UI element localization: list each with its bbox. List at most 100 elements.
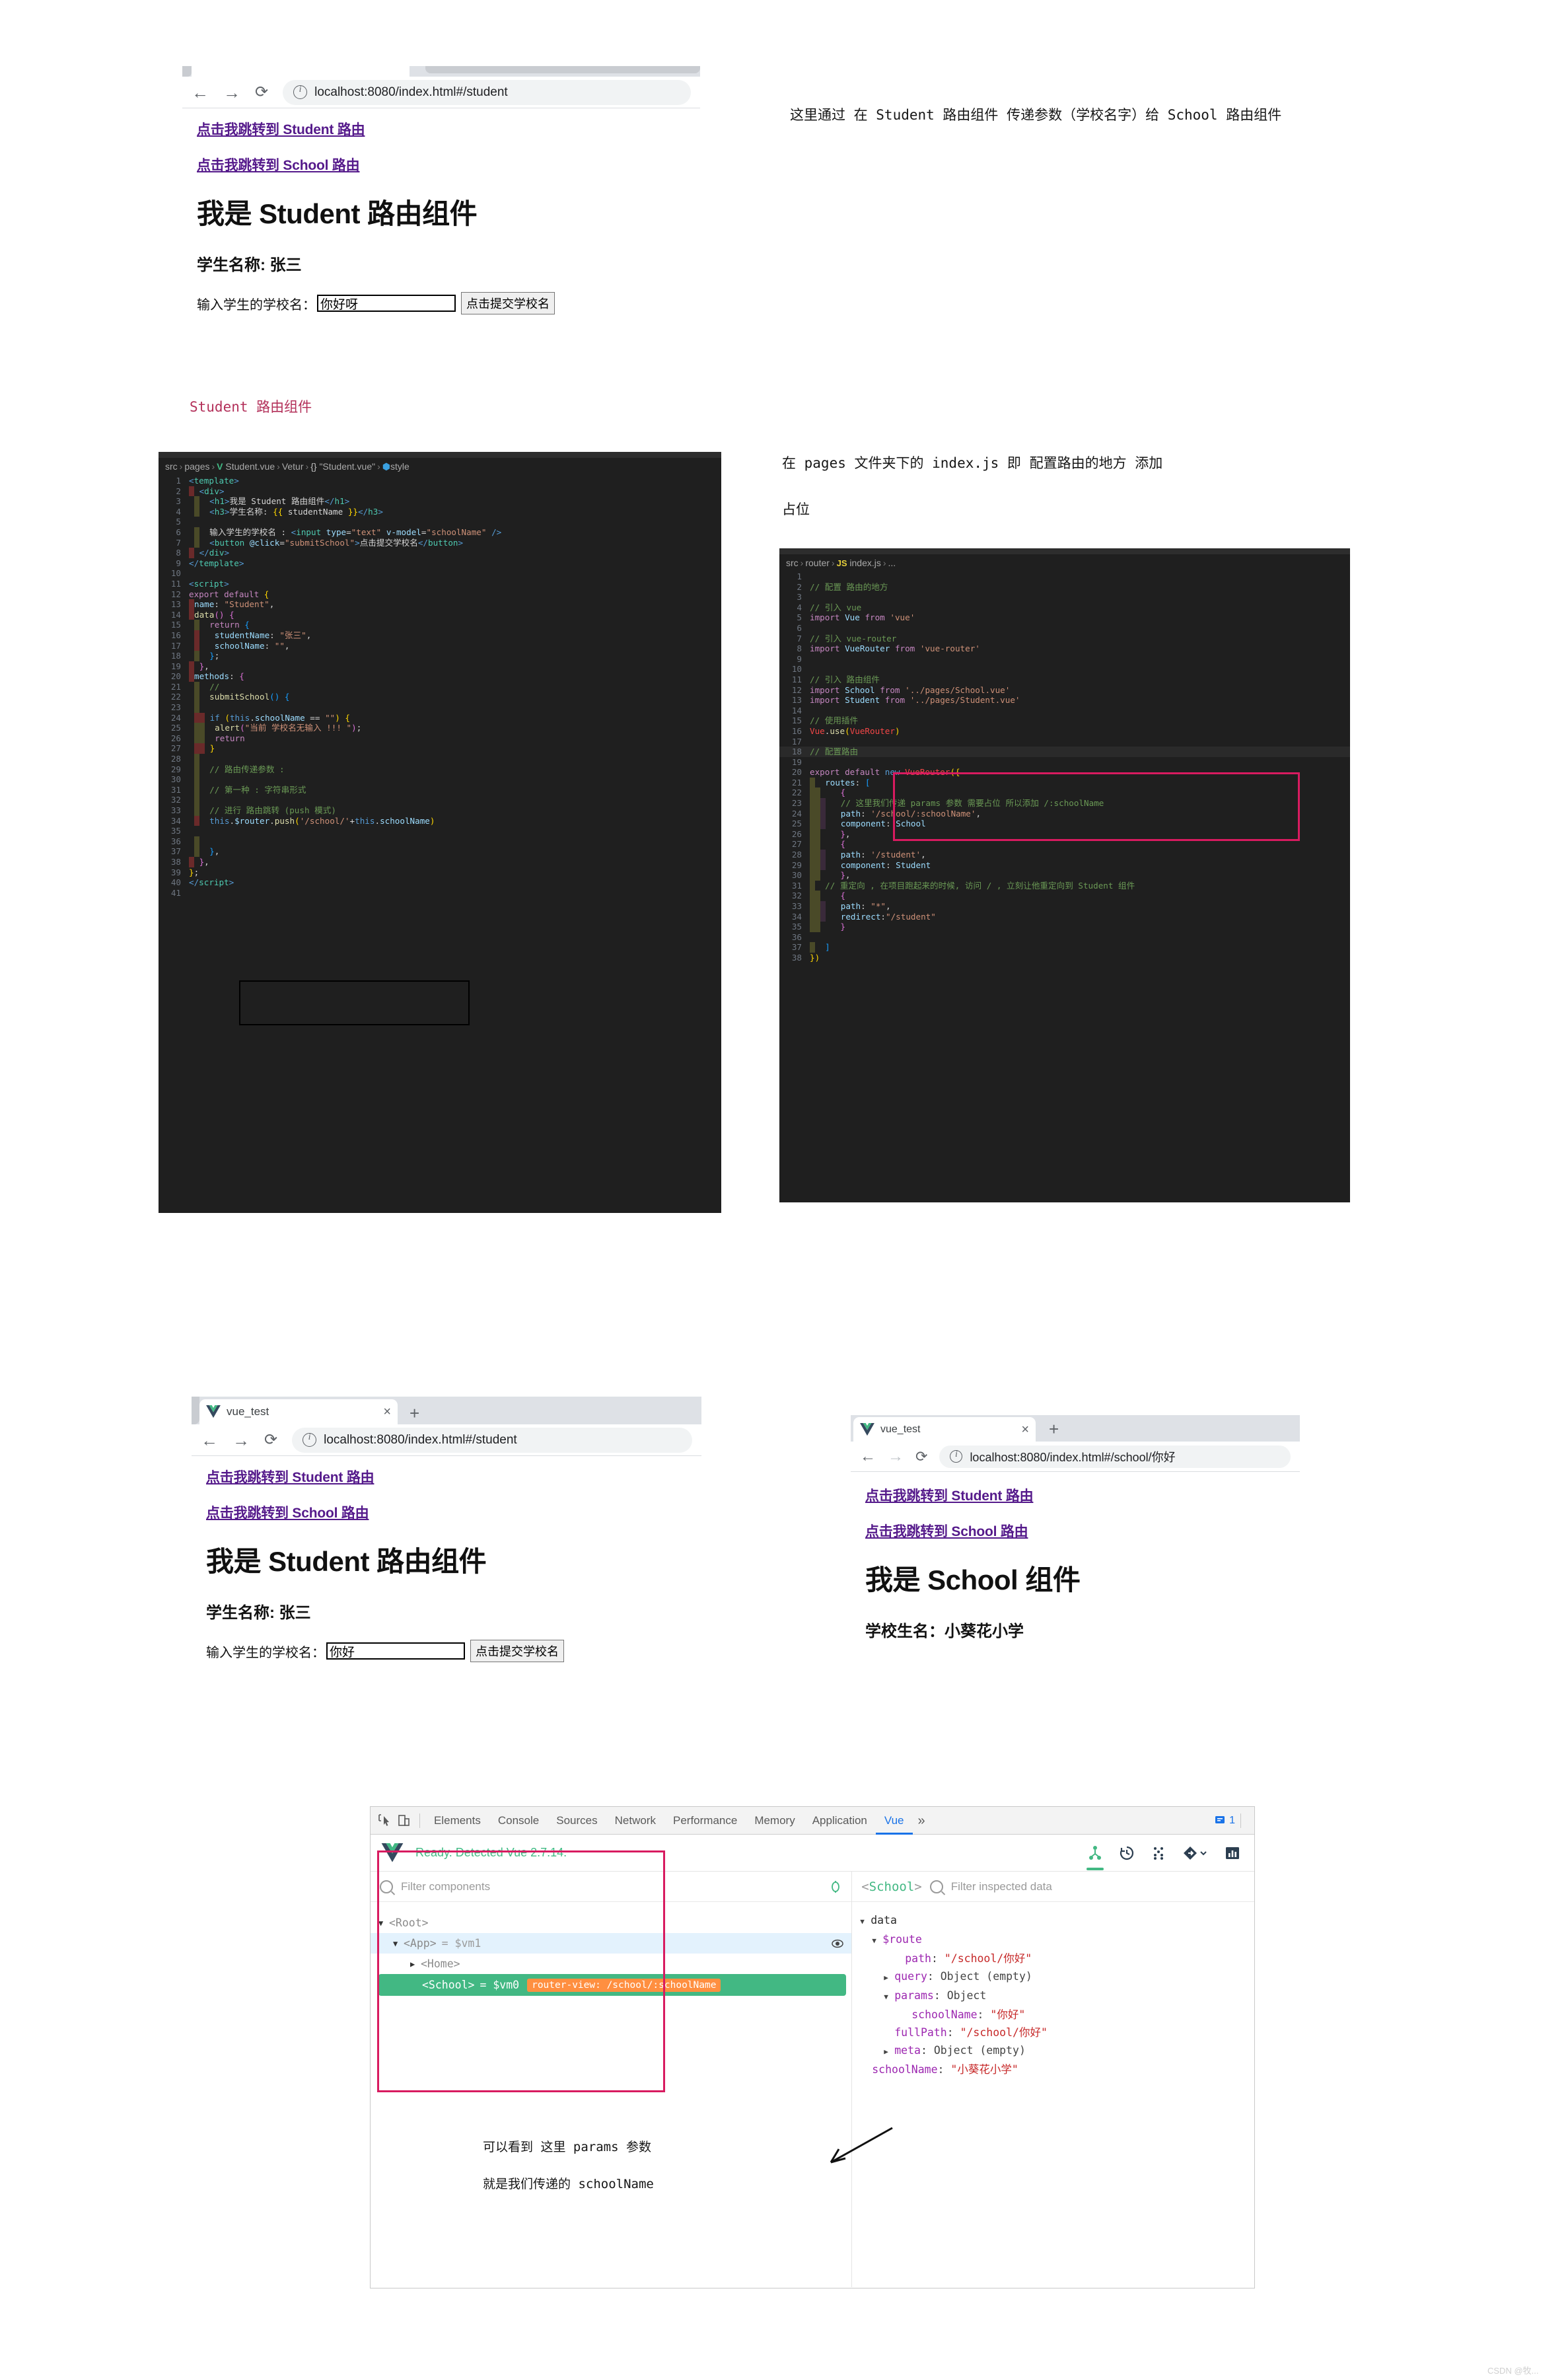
code-body-student[interactable]: 1 <template> 2 <div> 3 <h1>我是 Student 路由组… <box>159 476 721 902</box>
school-input-label-2: 输入学生的学校名： <box>206 1645 325 1660</box>
data-value-schoolname: "小葵花小学" <box>950 2063 1018 2076</box>
component-tree-icon[interactable] <box>1087 1845 1104 1870</box>
eye-icon[interactable] <box>832 1938 843 1950</box>
callout-push-route <box>239 980 470 1025</box>
vuex-dots-icon[interactable] <box>1150 1845 1167 1862</box>
vue-devtools-header: Ready. Detected Vue 2.7.14. <box>371 1835 1254 1872</box>
device-toolbar-icon[interactable] <box>396 1813 412 1829</box>
chevron-right-icon-query[interactable]: ▶ <box>884 1969 894 1987</box>
data-row-data[interactable]: ▼ data <box>860 1911 1254 1930</box>
timeline-history-icon[interactable] <box>1118 1845 1135 1862</box>
new-tab-icon-2[interactable]: + <box>410 1405 419 1422</box>
data-row-query[interactable]: ▶ query: Object (empty) <box>860 1967 1254 1987</box>
devtools-tab-console[interactable]: Console <box>489 1807 548 1835</box>
devtools-tab-application[interactable]: Application <box>804 1807 876 1835</box>
chevron-right-icon-meta[interactable]: ▶ <box>884 2043 894 2061</box>
bc-brace: {} <box>310 461 317 472</box>
chevron-down-icon[interactable]: ▼ <box>378 1919 389 1928</box>
filter-components-bar[interactable]: Filter components <box>371 1872 852 1902</box>
browser-tab-3[interactable]: vue_test × <box>853 1417 1036 1442</box>
search-icon <box>380 1880 393 1893</box>
address-bar-1[interactable]: localhost:8080/index.html#/student <box>283 79 691 105</box>
data-value-params: Object <box>946 1989 987 2002</box>
tab-close-icon-3[interactable]: × <box>1021 1423 1029 1436</box>
search-icon-inspected <box>929 1880 943 1893</box>
site-info-icon-3[interactable] <box>950 1449 963 1463</box>
bc-quoted: "Student.vue" <box>319 461 376 472</box>
link-to-school-route-2[interactable]: 点击我跳转到 School 路由 <box>206 1502 687 1522</box>
data-key-schoolname-param: schoolName <box>911 2008 978 2021</box>
data-value-schoolname-param: "你好" <box>990 2008 1026 2021</box>
chevron-down-icon-route[interactable]: ▼ <box>872 1932 882 1950</box>
reload-icon-3[interactable]: ⟳ <box>915 1449 927 1464</box>
chevron-down-icon-params[interactable]: ▼ <box>884 1988 894 2006</box>
reload-icon-2[interactable]: ⟳ <box>264 1432 277 1448</box>
bc-vetur: Vetur <box>281 461 304 472</box>
bc2-router: router <box>805 558 830 568</box>
site-info-icon[interactable] <box>293 85 308 99</box>
tabstrip-sliver <box>182 66 700 77</box>
code-body-router[interactable]: 1 2// 配置 路由的地方 3 4// 引入 vue 5 import Vue … <box>779 571 1350 967</box>
tree-node-school[interactable]: <School> = $vm0 router-view: /school/:sc… <box>378 1974 847 1996</box>
tabstrip-2: vue_test × + <box>192 1397 701 1424</box>
issues-badge[interactable]: 1 <box>1214 1815 1235 1827</box>
omnibox-bar-1: ← → ⟳ localhost:8080/index.html#/student <box>182 77 700 108</box>
tree-node-app[interactable]: ▼ <App> = $vm1 <box>371 1933 852 1954</box>
page-heading-3: 我是 School 组件 <box>865 1564 1081 1595</box>
reload-icon[interactable]: ⟳ <box>255 84 268 100</box>
inspected-data-pane: <School> Filter inspected data ▼ data ▼ $r… <box>377 1850 1254 2287</box>
vue-tool-icons <box>1087 1845 1244 1870</box>
link-to-school-route-3[interactable]: 点击我跳转到 School 路由 <box>865 1521 1285 1541</box>
toolbar-divider <box>419 1813 420 1828</box>
back-icon[interactable]: ← <box>192 84 209 101</box>
submit-school-button-2[interactable]: 点击提交学校名 <box>470 1640 564 1662</box>
school-name-input-2[interactable] <box>326 1642 465 1660</box>
chevron-down-icon-app[interactable]: ▼ <box>393 1939 404 1948</box>
address-bar-2[interactable]: localhost:8080/index.html#/student <box>292 1427 692 1453</box>
devtools-tab-network[interactable]: Network <box>606 1807 664 1835</box>
url-text-2: localhost:8080/index.html#/student <box>324 1432 517 1447</box>
tabstrip-3: vue_test × + <box>851 1415 1300 1442</box>
school-form-1: 输入学生的学校名： 点击提交学校名 <box>197 292 715 314</box>
new-tab-icon-3[interactable]: + <box>1049 1420 1059 1438</box>
submit-school-button-1[interactable]: 点击提交学校名 <box>461 292 555 314</box>
page-content-3: 点击我跳转到 Student 路由 点击我跳转到 School 路由 我是 Sc… <box>851 1472 1300 1665</box>
tab-close-icon-2[interactable]: × <box>383 1405 391 1418</box>
devtools-tab-sources[interactable]: Sources <box>548 1807 606 1835</box>
data-row-params[interactable]: ▼ params: Object <box>860 1987 1254 2006</box>
forward-icon-2[interactable]: → <box>232 1432 250 1449</box>
data-row-meta[interactable]: ▶ meta: Object (empty) <box>860 2041 1254 2061</box>
back-icon-2[interactable]: ← <box>201 1432 218 1449</box>
data-key-route: $route <box>882 1933 922 1946</box>
routing-icon[interactable] <box>1182 1845 1209 1862</box>
data-row-route[interactable]: ▼ $route <box>860 1930 1254 1950</box>
school-name-input-1[interactable] <box>317 295 456 312</box>
link-to-student-route-3[interactable]: 点击我跳转到 Student 路由 <box>865 1485 1285 1505</box>
select-component-target-icon[interactable] <box>829 1880 842 1893</box>
link-to-school-route-1[interactable]: 点击我跳转到 School 路由 <box>197 155 715 174</box>
site-info-icon-2[interactable] <box>303 1432 317 1447</box>
forward-icon[interactable]: → <box>223 84 240 101</box>
devtools-tab-performance[interactable]: Performance <box>664 1807 746 1835</box>
tree-node-root-label: <Root> <box>389 1917 429 1929</box>
csdn-watermark: CSDN @牧... <box>1487 2366 1539 2376</box>
data-value-fullpath: "/school/你好" <box>960 2026 1048 2039</box>
back-icon-3[interactable]: ← <box>860 1448 876 1465</box>
tree-node-home[interactable]: ▶ <Home> <box>371 1954 851 1974</box>
inspect-element-icon[interactable] <box>376 1813 392 1829</box>
performance-bars-icon[interactable] <box>1224 1845 1241 1862</box>
devtools-tab-memory[interactable]: Memory <box>746 1807 803 1835</box>
browser-tab-2[interactable]: vue_test × <box>199 1399 398 1424</box>
address-bar-3[interactable]: localhost:8080/index.html#/school/你好 <box>939 1445 1291 1468</box>
link-to-student-route-1[interactable]: 点击我跳转到 Student 路由 <box>197 119 715 139</box>
browser-tab-title-2: vue_test <box>227 1405 269 1418</box>
tree-node-root[interactable]: ▼ <Root> <box>371 1913 851 1933</box>
chevron-down-icon-data[interactable]: ▼ <box>860 1913 871 1930</box>
devtools-body: Filter components ▼ <Root> ▼ <App> = $vm… <box>371 1850 1254 2287</box>
vue-status-text: Ready. Detected Vue 2.7.14. <box>415 1846 567 1859</box>
devtools-tab-elements[interactable]: Elements <box>425 1807 489 1835</box>
devtools-tab-overflow-icon[interactable]: » <box>913 1807 931 1835</box>
devtools-tab-vue[interactable]: Vue <box>876 1807 913 1835</box>
chevron-right-icon[interactable]: ▶ <box>410 1959 421 1969</box>
link-to-student-route-2[interactable]: 点击我跳转到 Student 路由 <box>206 1467 687 1486</box>
